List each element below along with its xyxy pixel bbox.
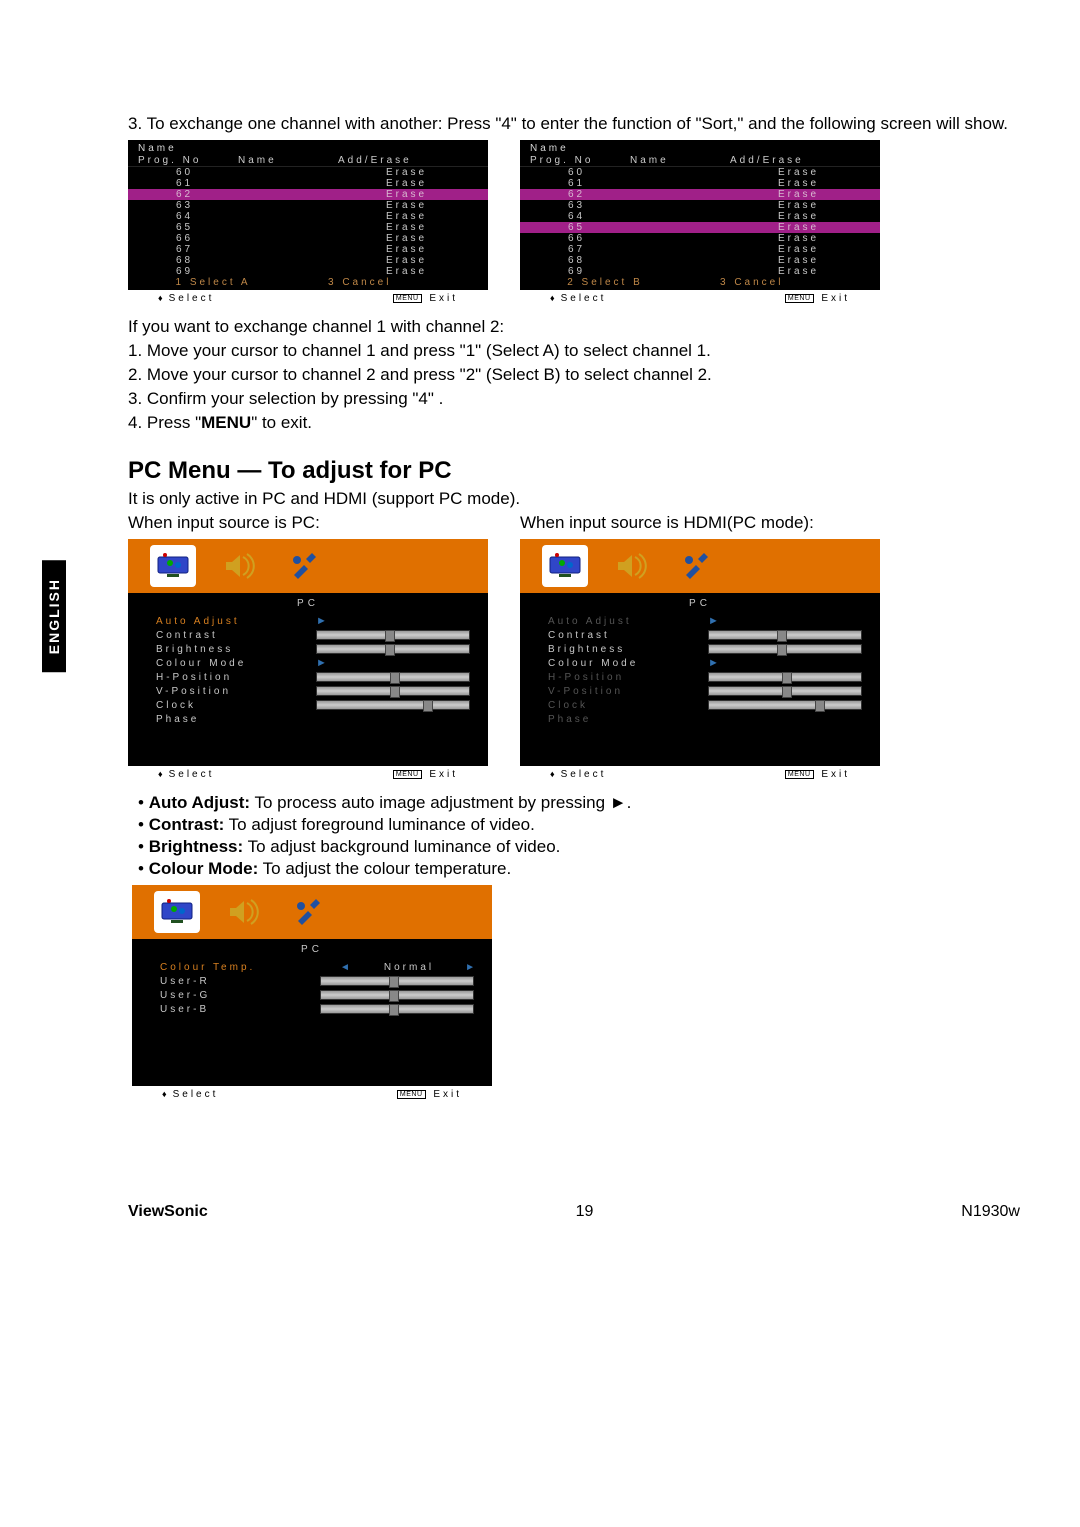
exchange-step-4: 4. Press "MENU" to exit. [128,413,1020,433]
osd-sort-right: NameProg. NoNameAdd/Erase60Erase61Erase6… [520,140,880,307]
tab-setup-icon[interactable] [282,545,328,587]
tab-audio-icon[interactable] [608,545,654,587]
language-tab: ENGLISH [42,560,66,672]
tab-audio-icon[interactable] [220,891,266,933]
osd-pc-right: PCAuto Adjust►ContrastBrightnessColour M… [520,539,880,783]
pc-caption-right: When input source is HDMI(PC mode): [520,513,880,533]
osd-colour-mode: PCColour Temp.◄Normal►User-RUser-GUser-B… [132,885,492,1103]
osd-sort-left: NameProg. NoNameAdd/Erase60Erase61Erase6… [128,140,488,307]
pc-options-bullets: Auto Adjust: To process auto image adjus… [128,793,1020,879]
pc-caption-left: When input source is PC: [128,513,488,533]
pc-menu-heading: PC Menu — To adjust for PC [128,457,1020,485]
exchange-step-1: 1. Move your cursor to channel 1 and pre… [128,341,1020,361]
exchange-step-3: 3. Confirm your selection by pressing "4… [128,389,1020,409]
pc-menu-intro: It is only active in PC and HDMI (suppor… [128,489,1020,509]
footer-model: N1930w [961,1203,1020,1221]
footer-brand: ViewSonic [128,1203,208,1221]
osd-pc-left: PCAuto Adjust►ContrastBrightnessColour M… [128,539,488,783]
page-footer: ViewSonic 19 N1930w [128,1203,1020,1221]
exchange-intro: If you want to exchange channel 1 with c… [128,317,1020,337]
tab-picture-icon[interactable] [150,545,196,587]
tab-picture-icon[interactable] [154,891,200,933]
tab-audio-icon[interactable] [216,545,262,587]
footer-page: 19 [576,1203,594,1221]
exchange-step-2: 2. Move your cursor to channel 2 and pre… [128,365,1020,385]
tab-picture-icon[interactable] [542,545,588,587]
intro-text: 3. To exchange one channel with another:… [128,114,1020,134]
tab-setup-icon[interactable] [286,891,332,933]
tab-setup-icon[interactable] [674,545,720,587]
